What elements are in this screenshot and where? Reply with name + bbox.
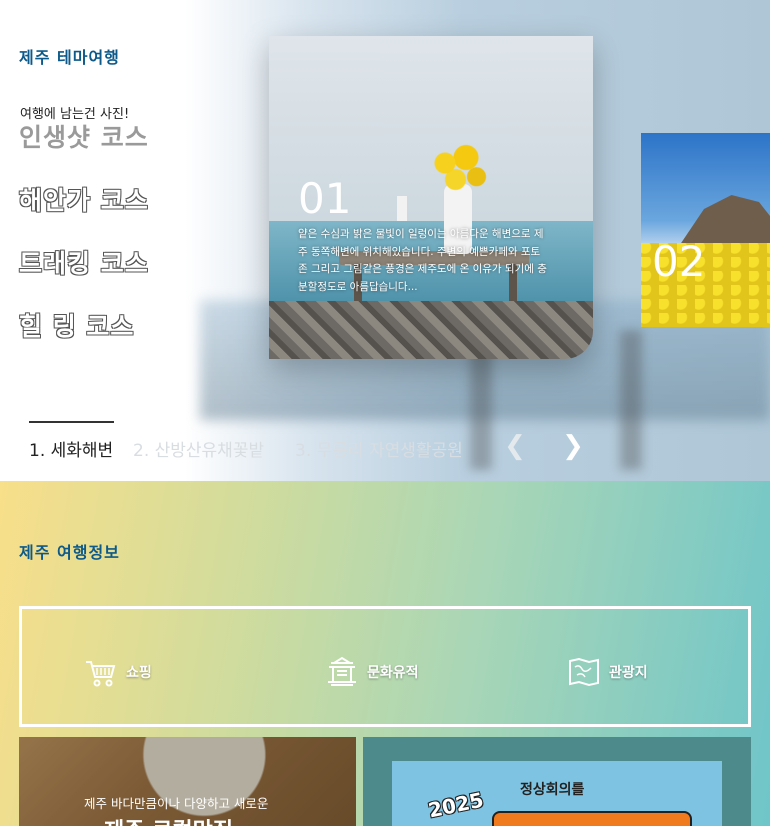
cart-icon (86, 661, 116, 687)
course-item-coast[interactable]: 해안가 코스 (19, 181, 149, 217)
map-icon (569, 657, 599, 687)
slide-card-main[interactable]: 01 얕은 수심과 밝은 물빛이 일렁이는 아름다운 해변으로 제주 동쪽해변에… (269, 36, 593, 359)
stone-wall-shape (269, 301, 593, 359)
info-section-title: 제주 여행정보 (19, 543, 120, 562)
active-tab-indicator (29, 421, 114, 423)
category-shopping[interactable]: 쇼핑 (84, 655, 152, 689)
theme-section-title: 제주 테마여행 (19, 48, 120, 67)
local-food-card[interactable]: 제주 바다만큼이나 다양하고 새로운 제주 로컬맛집 (19, 737, 356, 826)
poster-image: 정상회의를 2025 (392, 761, 722, 826)
poster-small-text: 정상회의를 (520, 782, 585, 798)
tab-sehwa-beach[interactable]: 1. 세화해변 (29, 436, 113, 461)
category-attractions[interactable]: 관광지 (567, 655, 648, 689)
chevron-right-icon[interactable]: ❯ (560, 432, 586, 460)
category-label: 문화유적 (367, 665, 419, 681)
category-label: 관광지 (609, 665, 648, 681)
course-item-trekking[interactable]: 트래킹 코스 (19, 244, 149, 280)
course-item-healing[interactable]: 힐 링 코스 (19, 307, 134, 343)
slide-number: 01 (298, 174, 352, 223)
slide-card-next[interactable]: 02 (641, 133, 770, 327)
food-card-title: 제주 로컬맛집 (104, 813, 233, 826)
heritage-icon (328, 656, 356, 686)
category-heritage[interactable]: 문화유적 (325, 655, 419, 689)
event-poster-card[interactable]: 정상회의를 2025 (363, 737, 751, 826)
background-blur-post (620, 330, 642, 470)
slide-description: 얕은 수심과 밝은 물빛이 일렁이는 아름다운 해변으로 제주 동쪽해변에 위치… (298, 228, 547, 293)
chevron-left-icon[interactable]: ❮ (502, 432, 528, 460)
course-item-photo[interactable]: 인생샷 코스 (19, 118, 149, 154)
poster-year: 2025 (426, 787, 486, 823)
tab-sanbangsan[interactable]: 2. 산방산유채꽃밭 (133, 436, 264, 461)
poster-banner-shape (492, 811, 692, 826)
tab-mureungri[interactable]: 3. 무릉리 자연생활공원 (295, 436, 463, 461)
food-card-subtitle: 제주 바다만큼이나 다양하고 새로운 (84, 796, 269, 811)
slide-number: 02 (652, 237, 706, 286)
category-label: 쇼핑 (126, 665, 152, 681)
category-box: 쇼핑 문화유적 관광지 (19, 606, 751, 727)
flowers-shape (424, 141, 494, 196)
